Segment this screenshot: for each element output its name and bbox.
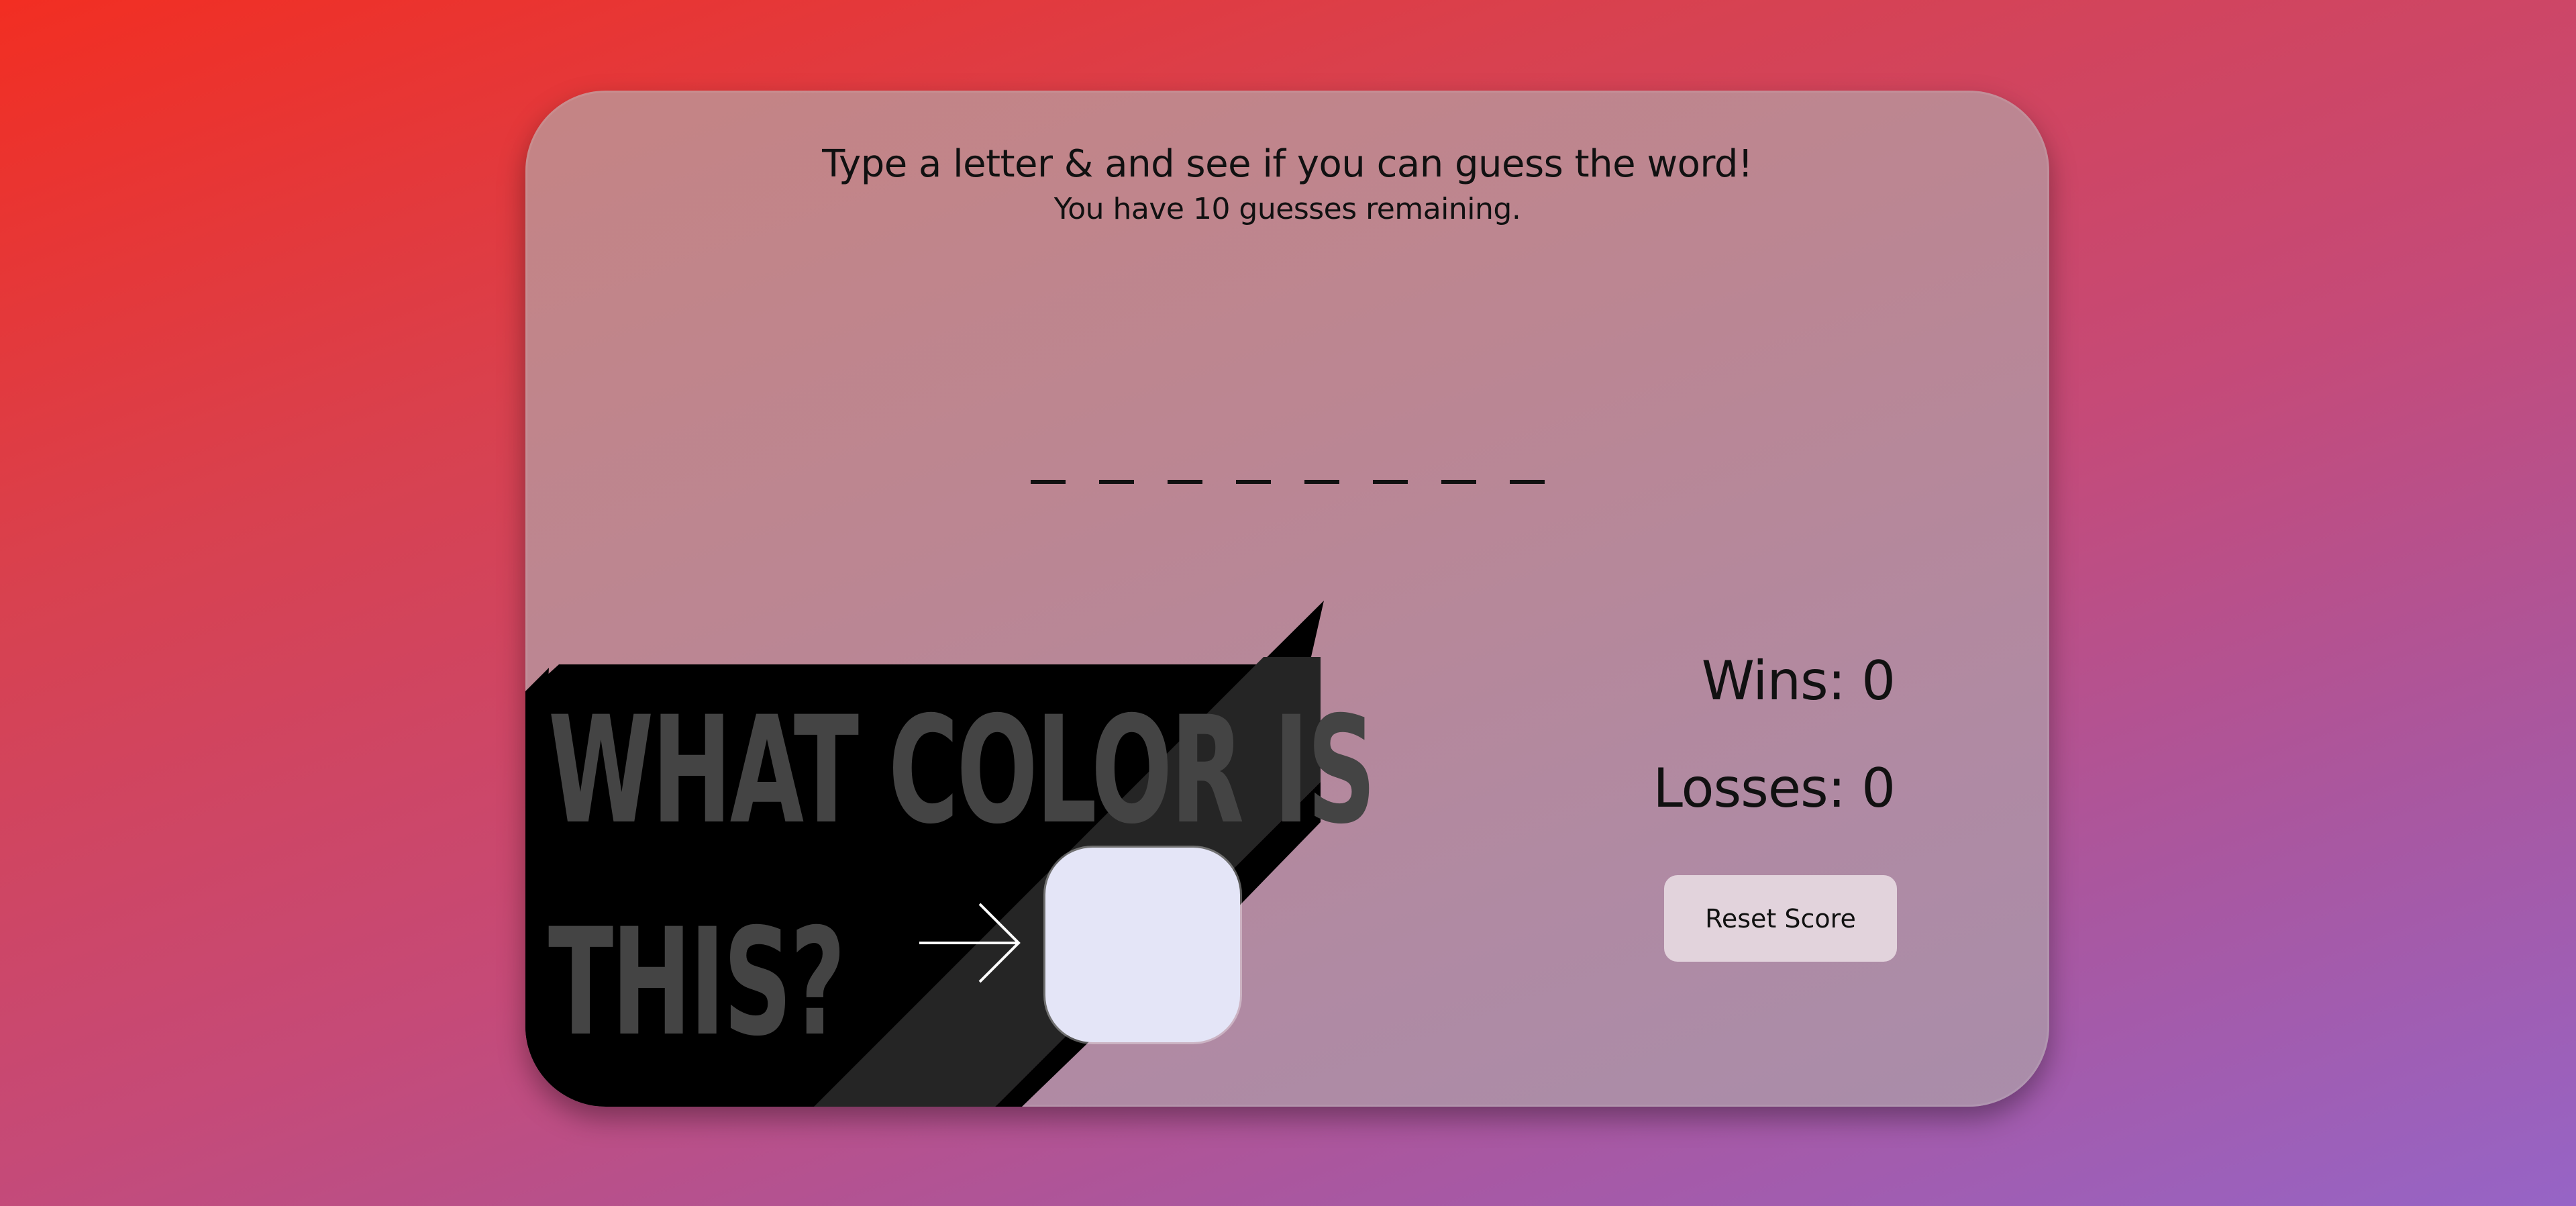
color-swatch [1045,848,1240,1042]
letter-blank [1304,480,1339,484]
letter-blank [1509,480,1545,484]
game-card: Type a letter & and see if you can guess… [525,91,2049,1107]
wins-count: Wins: 0 [1701,650,1896,712]
letter-blank [1441,480,1476,484]
instructions-headline: Type a letter & and see if you can guess… [822,142,1753,186]
scoreboard: Wins: 0 Losses: 0 [1653,650,1896,819]
guesses-remaining: You have 10 guesses remaining. [1053,192,1521,226]
title-line-2: THIS? [548,897,845,1068]
letter-blank [1372,480,1408,484]
letter-blank [1030,480,1066,484]
title-line-1: WHAT COLOR IS [548,685,1376,856]
instructions: Type a letter & and see if you can guess… [525,141,2049,228]
letter-blank [1167,480,1202,484]
losses-count: Losses: 0 [1653,757,1896,819]
color-question-title: WHAT COLOR IS THIS? [548,664,1376,1089]
letter-blank [1098,480,1134,484]
arrow-right-icon [919,903,1021,983]
reset-score-button[interactable]: Reset Score [1664,875,1897,962]
letter-blank [1235,480,1271,484]
word-blanks [525,453,2049,484]
